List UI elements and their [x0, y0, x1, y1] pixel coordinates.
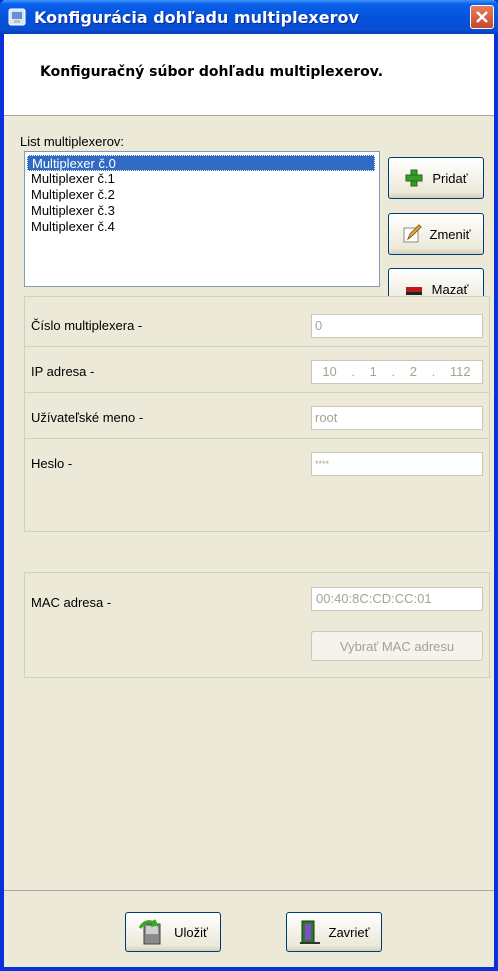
- ip-octet: 2: [409, 364, 417, 379]
- edit-button[interactable]: Zmeniť: [388, 213, 484, 255]
- ip-row: IP adresa - 10. 1. 2. 112: [25, 349, 489, 393]
- header-panel: Konfiguračný súbor dohľadu multiplexerov…: [4, 34, 494, 116]
- delete-button-label: Mazať: [431, 281, 469, 297]
- close-x-icon: [476, 11, 488, 23]
- window-title: Konfigurácia dohľadu multiplexerov: [34, 8, 359, 27]
- door-exit-icon: [299, 920, 320, 944]
- ip-dot: .: [391, 364, 396, 379]
- ip-dot: .: [351, 364, 356, 379]
- ip-label: IP adresa -: [31, 364, 95, 379]
- select-mac-button[interactable]: Vybrať MAC adresu: [311, 631, 483, 661]
- number-label: Číslo multiplexera -: [31, 318, 143, 333]
- mac-label: MAC adresa -: [31, 595, 112, 610]
- ip-address-field[interactable]: 10. 1. 2. 112: [311, 360, 483, 384]
- save-button[interactable]: Uložiť: [125, 912, 221, 952]
- list-item[interactable]: Multiplexer č.1: [27, 171, 377, 187]
- list-item[interactable]: Multiplexer č.4: [27, 219, 377, 235]
- header-subtitle: Konfiguračný súbor dohľadu multiplexerov…: [40, 64, 384, 80]
- app-icon: [8, 8, 26, 26]
- ip-octet: 10: [322, 364, 337, 379]
- ip-octet: 112: [449, 364, 471, 379]
- username-field[interactable]: root: [311, 406, 483, 430]
- pencil-icon: [403, 224, 422, 243]
- user-label: Užívateľské meno -: [31, 410, 144, 425]
- add-button[interactable]: Pridať: [388, 157, 484, 199]
- connection-panel: Číslo multiplexera - 0 IP adresa - 10. 1…: [24, 296, 490, 532]
- dialog-window: Konfigurácia dohľadu multiplexerov Konfi…: [0, 0, 498, 971]
- mac-address-field[interactable]: 00:40:8C:CD:CC:01: [311, 587, 483, 611]
- title-bar[interactable]: Konfigurácia dohľadu multiplexerov: [0, 0, 498, 34]
- password-row: Heslo - ****: [25, 441, 489, 485]
- save-arrow-icon: [138, 919, 161, 945]
- number-row: Číslo multiplexera - 0: [25, 303, 489, 347]
- number-field[interactable]: 0: [311, 314, 483, 338]
- multiplexer-list[interactable]: Multiplexer č.0 Multiplexer č.1 Multiple…: [24, 151, 380, 287]
- list-item[interactable]: Multiplexer č.2: [27, 187, 377, 203]
- user-row: Užívateľské meno - root: [25, 395, 489, 439]
- close-button[interactable]: [470, 5, 494, 29]
- green-plus-icon: [405, 169, 423, 187]
- password-field[interactable]: ****: [311, 452, 483, 476]
- save-button-label: Uložiť: [174, 924, 208, 940]
- close-dialog-button[interactable]: Zavrieť: [286, 912, 382, 952]
- ip-octet: 1: [369, 364, 377, 379]
- edit-button-label: Zmeniť: [429, 226, 471, 242]
- close-dialog-button-label: Zavrieť: [328, 924, 370, 940]
- select-mac-button-label: Vybrať MAC adresu: [339, 638, 455, 654]
- list-item[interactable]: Multiplexer č.0: [27, 155, 375, 171]
- footer-divider: [4, 890, 494, 891]
- add-button-label: Pridať: [432, 170, 468, 186]
- list-label: List multiplexerov:: [20, 134, 125, 149]
- mac-panel: MAC adresa - 00:40:8C:CD:CC:01 Vybrať MA…: [24, 572, 490, 678]
- list-item[interactable]: Multiplexer č.3: [27, 203, 377, 219]
- ip-dot: .: [431, 364, 436, 379]
- password-label: Heslo -: [31, 456, 73, 471]
